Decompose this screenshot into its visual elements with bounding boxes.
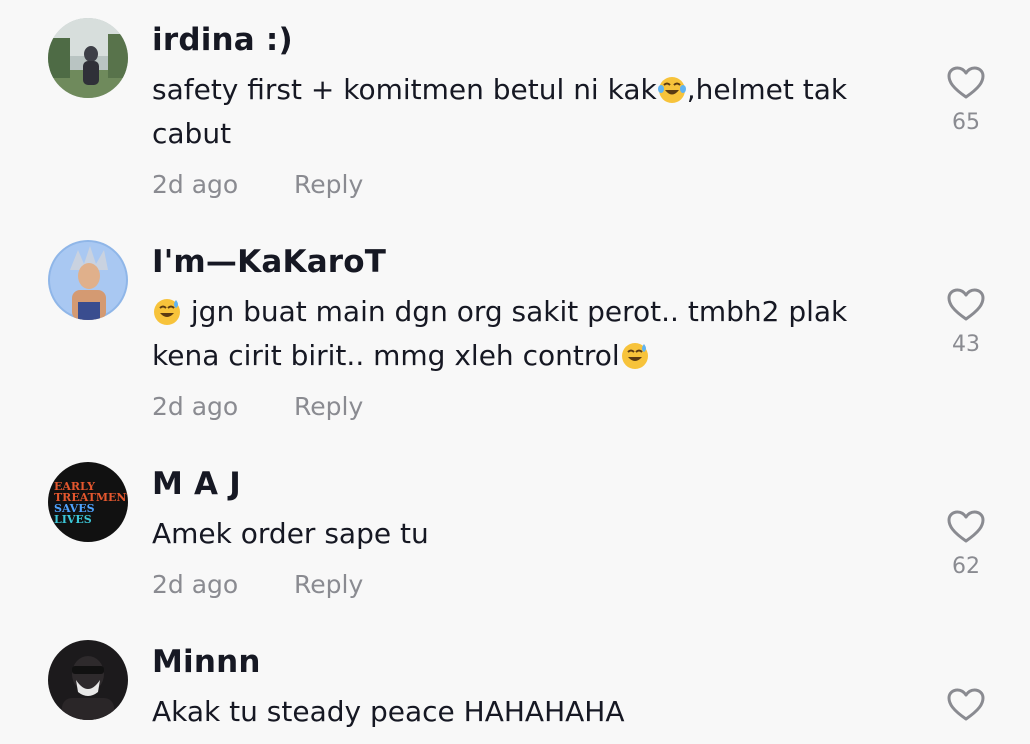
heart-icon[interactable] [947,688,985,722]
laughing-tears-emoji-icon [657,77,686,103]
heart-icon[interactable] [947,288,985,322]
username[interactable]: irdina :) [152,22,293,58]
like-count: 43 [952,332,980,357]
avatar[interactable] [48,640,128,720]
like-control[interactable]: 65 [940,66,992,135]
avatar-image [48,18,128,98]
comment-text: safety first + komitmen betul ni kak ,he… [152,68,852,156]
avatar-image [48,240,128,320]
timestamp: 2d ago [152,392,239,421]
comment-meta: 2d ago Reply [152,570,363,599]
comment-meta: 2d ago Reply [152,170,363,199]
like-count: 65 [952,110,980,135]
heart-icon[interactable] [947,66,985,100]
avatar-image [48,640,128,720]
reply-button[interactable]: Reply [294,170,363,199]
comment-text-part: jgn buat main dgn org sakit perot.. tmbh… [152,295,848,372]
comment-list: irdina :) safety first + komitmen betul … [0,0,1030,744]
comment-text: Akak tu steady peace HAHAHAHA [152,695,625,728]
like-control[interactable]: 62 [940,510,992,579]
like-count: 62 [952,554,980,579]
comment-meta: 2d ago Reply [152,392,363,421]
like-control[interactable]: 43 [940,288,992,357]
comment-text: jgn buat main dgn org sakit perot.. tmbh… [152,290,852,378]
comment-text: Amek order sape tu [152,517,429,550]
sweat-smile-emoji-icon [621,343,648,369]
avatar[interactable]: EARLY TREATMENT SAVES LIVES [48,462,128,542]
avatar[interactable] [48,18,128,98]
reply-button[interactable]: Reply [294,392,363,421]
avatar[interactable] [48,240,128,320]
reply-button[interactable]: Reply [294,570,363,599]
username[interactable]: M A J [152,466,241,502]
avatar-image: EARLY TREATMENT SAVES LIVES [48,462,128,542]
sweat-smile-emoji-icon [154,299,180,325]
comment-text-part: safety first + komitmen betul ni kak [152,73,657,106]
like-control[interactable] [940,688,992,722]
username[interactable]: I'm—KaKaroT [152,244,386,280]
timestamp: 2d ago [152,570,239,599]
username[interactable]: Minnn [152,644,261,680]
heart-icon[interactable] [947,510,985,544]
timestamp: 2d ago [152,170,239,199]
avatar-text: LIVES [54,513,92,526]
